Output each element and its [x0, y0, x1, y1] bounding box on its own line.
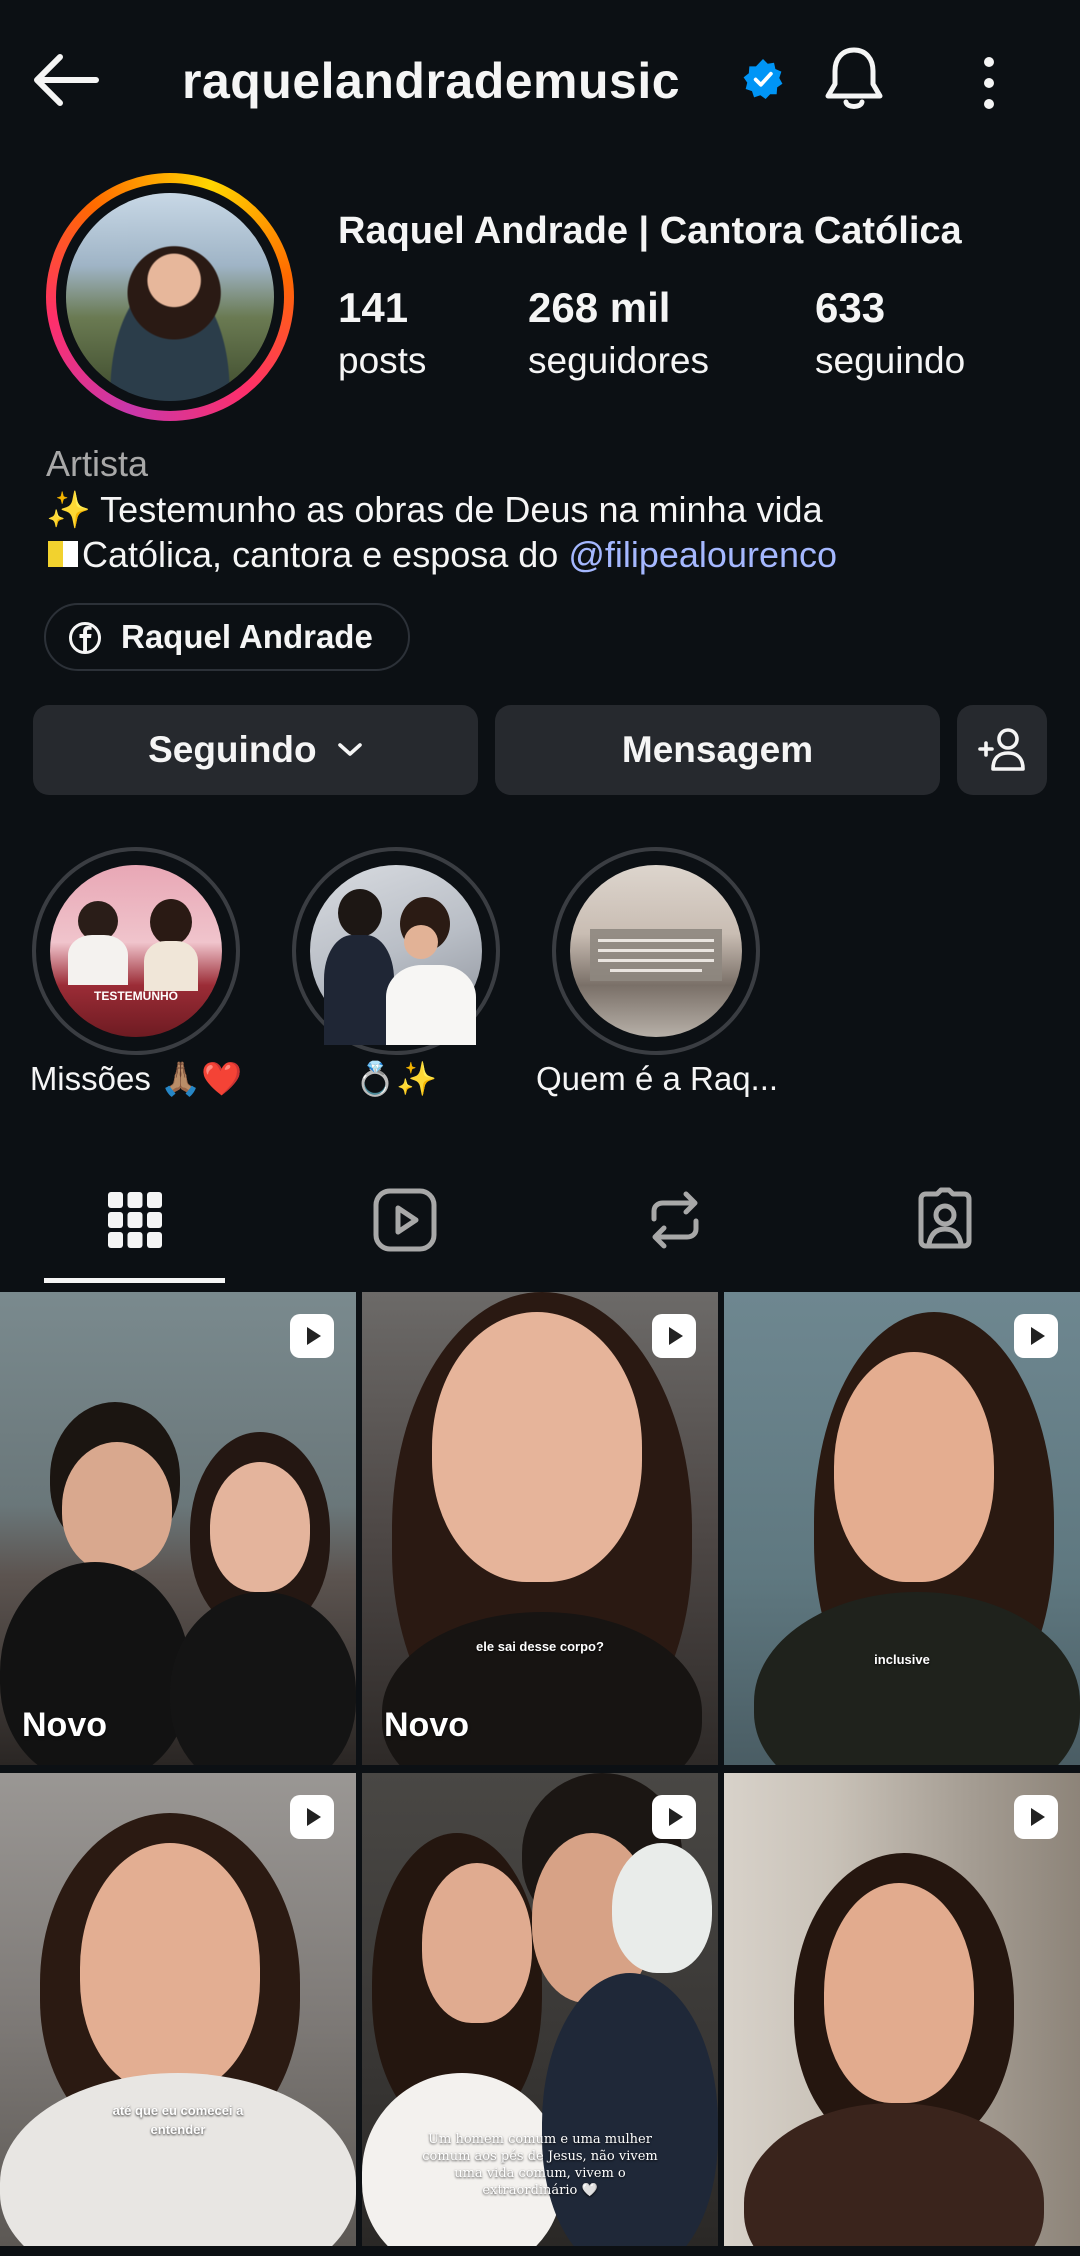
highlight-missoes-cover: TESTEMUNHO: [50, 865, 222, 1037]
posts-count[interactable]: 141: [338, 284, 408, 332]
grid-icon: [108, 1192, 162, 1248]
highlight-quem-e[interactable]: [552, 847, 760, 1055]
post-2-face: [432, 1312, 642, 1582]
followers-label[interactable]: seguidores: [528, 340, 709, 382]
highlight-missoes-label[interactable]: Missões 🙏🏽❤️: [26, 1060, 246, 1099]
chevron-down-icon: [338, 743, 362, 756]
new-badge: Novo: [384, 1706, 469, 1744]
facebook-icon: [69, 622, 101, 654]
avatar-photo: [66, 193, 274, 401]
post-1-person-b-face: [210, 1462, 310, 1592]
tab-posts-grid[interactable]: [90, 1175, 180, 1265]
highlight-wedding[interactable]: [292, 847, 500, 1055]
following-count[interactable]: 633: [815, 284, 885, 332]
bell-icon[interactable]: [822, 44, 886, 114]
grid-post-4[interactable]: até que eu comecei a entender: [0, 1773, 356, 2246]
grid-post-1[interactable]: Novo: [0, 1292, 356, 1765]
back-arrow-icon[interactable]: [30, 50, 100, 110]
facebook-link-label: Raquel Andrade: [121, 618, 373, 655]
post-5-bouquet: [612, 1843, 712, 1973]
tab-reposts[interactable]: [630, 1175, 720, 1265]
facebook-link-button[interactable]: Raquel Andrade: [44, 603, 410, 671]
reel-icon: [1014, 1314, 1058, 1358]
suggested-users-button[interactable]: [957, 705, 1047, 795]
post-2-caption: ele sai desse corpo?: [476, 1639, 604, 1654]
vatican-flag-icon: [46, 537, 80, 571]
reel-icon: [652, 1314, 696, 1358]
avatar-border: [56, 183, 284, 411]
tab-reels[interactable]: [360, 1175, 450, 1265]
reel-icon: [290, 1795, 334, 1839]
bio-mention-link[interactable]: @filipealourenco: [568, 534, 837, 575]
more-vertical-icon[interactable]: [972, 55, 1006, 111]
post-4-caption: até que eu comecei a entender: [112, 2103, 244, 2137]
profile-category: Artista: [46, 443, 149, 484]
highlight-wedding-label[interactable]: 💍✨: [286, 1060, 506, 1099]
profile-username: raquelandrademusic: [182, 53, 681, 109]
reel-icon: [1014, 1795, 1058, 1839]
message-button[interactable]: Mensagem: [495, 705, 940, 795]
highlight-quem-e-cover: [570, 865, 742, 1037]
bio-line-2-text: Católica, cantora e esposa do: [82, 534, 569, 575]
post-3-face: [834, 1352, 994, 1582]
highlight-wedding-cover: [310, 865, 482, 1045]
post-1-person-b-body: [170, 1592, 356, 1765]
tagged-icon: [918, 1187, 972, 1249]
following-label[interactable]: seguindo: [815, 340, 965, 382]
post-5-groom-suit: [542, 1973, 718, 2246]
post-6-face: [824, 1883, 974, 2103]
active-tab-indicator: [44, 1278, 225, 1283]
profile-display-name: Raquel Andrade | Cantora Católica: [338, 210, 962, 252]
following-button[interactable]: Seguindo: [33, 705, 478, 795]
post-4-body: [0, 2073, 356, 2246]
top-bar: raquelandrademusic: [0, 0, 1080, 160]
highlight-missoes-badge: TESTEMUNHO: [94, 989, 178, 1003]
grid-post-3[interactable]: inclusive: [724, 1292, 1080, 1765]
reposts-icon: [651, 1191, 699, 1249]
reel-icon: [652, 1795, 696, 1839]
following-button-label: Seguindo: [148, 729, 317, 770]
verified-badge-icon: [743, 59, 783, 99]
tab-tagged[interactable]: [900, 1175, 990, 1265]
post-6-body: [744, 2103, 1044, 2246]
bio-line-1: ✨ Testemunho as obras de Deus na minha v…: [46, 489, 823, 530]
followers-count[interactable]: 268 mil: [528, 284, 670, 332]
post-5-caption: Um homem comum e uma mulher comum aos pé…: [422, 2132, 658, 2198]
bio-line-2: Católica, cantora e esposa do @filipealo…: [46, 534, 837, 576]
post-5-bride-face: [422, 1863, 532, 2023]
grid-post-5[interactable]: Um homem comum e uma mulher comum aos pé…: [362, 1773, 718, 2246]
highlight-quem-e-label[interactable]: Quem é a Raq...: [522, 1060, 792, 1098]
reel-icon: [290, 1314, 334, 1358]
grid-post-6[interactable]: [724, 1773, 1080, 2246]
post-1-person-a-face: [62, 1442, 172, 1572]
highlight-missoes[interactable]: TESTEMUNHO: [32, 847, 240, 1055]
message-button-label: Mensagem: [621, 729, 814, 770]
post-3-caption: inclusive: [874, 1652, 930, 1667]
new-badge: Novo: [22, 1706, 107, 1744]
profile-avatar[interactable]: [46, 173, 294, 421]
reels-icon: [373, 1188, 437, 1252]
grid-post-2[interactable]: ele sai desse corpo? Novo: [362, 1292, 718, 1765]
post-4-face: [80, 1843, 260, 2093]
posts-label[interactable]: posts: [338, 340, 426, 382]
add-person-icon: [978, 728, 1025, 771]
